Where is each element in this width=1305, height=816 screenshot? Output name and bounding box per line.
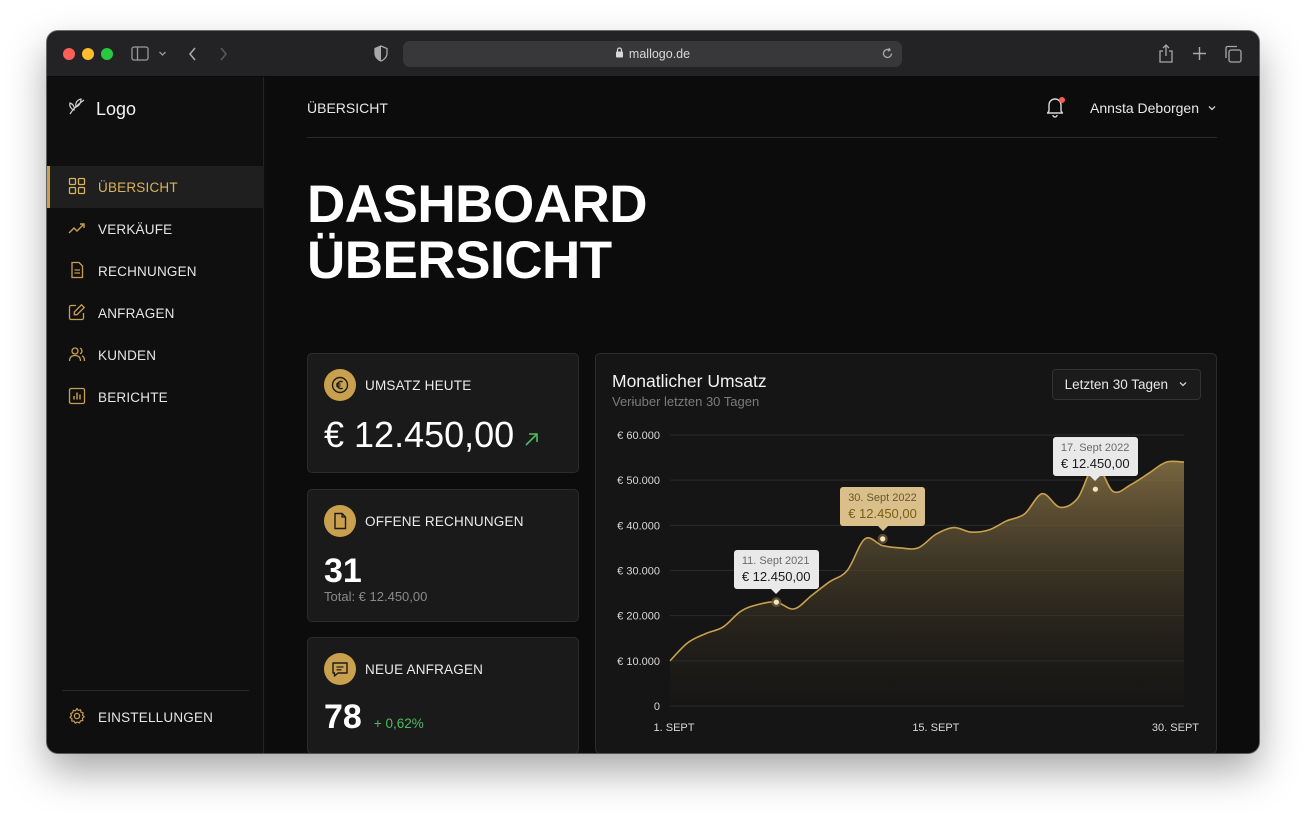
chart-tooltip: 11. Sept 2021 € 12.450,00 (733, 550, 819, 595)
sidebar-nav: ÜBERSICHT VERKÄUFE RECHNUNGEN ANFRAGEN K… (47, 166, 264, 418)
sidebar-item-kunden[interactable]: KUNDEN (47, 334, 264, 376)
leaf-icon (67, 97, 87, 122)
sidebar: Logo ÜBERSICHT VERKÄUFE RECHNUNGEN ANFRA… (47, 77, 264, 753)
chart-subtitle: Verɨuber letzten 30 Tagen (612, 394, 760, 409)
tooltip-date: 17. Sept 2022 (1060, 442, 1130, 455)
lock-icon (615, 47, 624, 61)
revenue-area-chart: € 60.000 € 50.000 € 40.000 € 30.000 € 20.000… (617, 430, 1199, 734)
new-requests-value: 78 (324, 698, 362, 736)
chart-tooltip: 17. Sept 2022 € 12.450,00 (1052, 437, 1138, 482)
date-range-select[interactable]: Letzten 30 Tagen (1051, 369, 1201, 400)
sidebar-item-label: ÜBERSICHT (98, 179, 178, 195)
top-bar: ÜBERSICHT Annsta Deborgen (307, 77, 1217, 138)
document-icon (324, 505, 356, 537)
open-invoices-value: 31 (324, 552, 362, 590)
user-menu[interactable]: Annsta Deborgen (1090, 100, 1217, 116)
breadcrumb: ÜBERSICHT (307, 100, 388, 116)
chat-icon (324, 653, 356, 685)
data-point (880, 536, 886, 542)
chart-tooltip: 30. Sept 2022 € 12.450,00 (840, 486, 925, 531)
data-point (773, 599, 779, 605)
tooltip-value: € 12.450,00 (1060, 456, 1130, 472)
sidebar-item-label: VERKÄUFE (98, 221, 173, 237)
tooltip-date: 30. Sept 2022 (848, 491, 917, 504)
card-label: OFFENE RECHNUNGEN (365, 513, 524, 529)
back-icon[interactable] (187, 46, 199, 62)
sidebar-item-label: RECHNUNGEN (98, 263, 197, 279)
tooltip-value: € 12.450,00 (848, 505, 917, 521)
settings-label: EINSTELLUNGEN (98, 710, 214, 725)
sidebar-item-anfragen[interactable]: ANFRAGEN (47, 292, 264, 334)
url-text: mallogo.de (628, 47, 691, 61)
sidebar-divider (62, 690, 249, 691)
open-invoices-total: Total: € 12.450,00 (324, 589, 428, 604)
logo[interactable]: Logo (67, 97, 136, 122)
page-title: DASHBOARD ÜBERSICHT (307, 175, 648, 290)
open-invoices-card: OFFENE RECHNUNGEN 31 Total: € 12.450,00 (307, 489, 579, 622)
trending-up-icon (68, 219, 86, 240)
main-content: ÜBERSICHT Annsta Deborgen DASHBOARD ÜBER… (265, 77, 1259, 753)
chevron-down-icon[interactable] (158, 49, 167, 58)
date-range-value: Letzten 30 Tagen (1064, 377, 1168, 392)
euro-icon (324, 369, 356, 401)
chart-title: Monatlicher Umsatz (612, 371, 767, 391)
edit-icon (68, 303, 86, 324)
card-label: NEUE ANFRAGEN (365, 661, 484, 677)
sidebar-item-label: KUNDEN (98, 347, 157, 363)
revenue-value: € 12.450,00 (324, 414, 515, 455)
chevron-down-icon (1178, 377, 1188, 392)
sidebar-item-label: ANFRAGEN (98, 305, 175, 321)
sidebar-item-uebersicht[interactable]: ÜBERSICHT (47, 166, 264, 208)
new-tab-icon[interactable] (1192, 46, 1207, 61)
browser-window: mallogo.de Logo ÜBERSICHT VERKÄUFE RECHN… (47, 31, 1259, 753)
notification-dot (1059, 97, 1065, 103)
chevron-down-icon (1207, 100, 1217, 116)
browser-toolbar: mallogo.de (47, 31, 1259, 77)
y-tick-label: € 10.000 (617, 656, 660, 668)
sidebar-item-rechnungen[interactable]: RECHNUNGEN (47, 250, 264, 292)
bell-icon[interactable] (1045, 96, 1067, 118)
x-tick-label: 30. SEPT (1152, 722, 1199, 734)
logo-text: Logo (96, 99, 137, 119)
y-tick-label: € 20.000 (617, 611, 660, 623)
tab-overview-icon[interactable] (1224, 45, 1242, 63)
y-tick-label: 0 (654, 701, 660, 713)
sidebar-item-verkaeufe[interactable]: VERKÄUFE (47, 208, 264, 250)
sidebar-item-einstellungen[interactable]: EINSTELLUNGEN (68, 707, 213, 728)
page-title-line-2: ÜBERSICHT (307, 231, 612, 290)
document-icon (68, 261, 86, 282)
report-icon (68, 387, 86, 408)
y-tick-label: € 40.000 (617, 520, 660, 532)
minimize-window-button[interactable] (82, 48, 94, 60)
close-window-button[interactable] (63, 48, 75, 60)
x-tick-label: 15. SEPT (912, 722, 959, 734)
page-title-line-1: DASHBOARD (307, 175, 648, 234)
y-tick-label: € 60.000 (617, 430, 660, 442)
shield-icon[interactable] (374, 45, 388, 62)
address-bar[interactable]: mallogo.de (403, 41, 902, 67)
zoom-window-button[interactable] (101, 48, 113, 60)
monthly-revenue-panel: € 60.000 € 50.000 € 40.000 € 30.000 € 20.000… (595, 353, 1217, 753)
new-requests-card: NEUE ANFRAGEN 78 + 0,62% (307, 637, 579, 753)
share-icon[interactable] (1158, 44, 1174, 63)
grid-icon (68, 177, 86, 198)
new-requests-change: + 0,62% (373, 716, 424, 731)
gear-icon (68, 707, 86, 728)
arrow-up-right-icon (524, 414, 540, 456)
user-name: Annsta Deborgen (1090, 100, 1199, 116)
forward-icon[interactable] (217, 46, 229, 62)
users-icon (68, 345, 86, 366)
card-label: UMSATZ HEUTE (365, 377, 472, 393)
data-point (1092, 486, 1098, 492)
x-tick-label: 1. SEPT (654, 722, 695, 734)
tooltip-value: € 12.450,00 (741, 569, 811, 585)
tooltip-date: 11. Sept 2021 (741, 555, 810, 568)
sidebar-item-berichte[interactable]: BERICHTE (47, 376, 264, 418)
y-tick-label: € 30.000 (617, 566, 660, 578)
reload-icon[interactable] (881, 47, 894, 63)
revenue-today-card: UMSATZ HEUTE € 12.450,00 (307, 353, 579, 473)
sidebar-item-label: BERICHTE (98, 389, 168, 405)
sidebar-toggle-icon[interactable] (131, 46, 149, 61)
y-tick-label: € 50.000 (617, 475, 660, 487)
